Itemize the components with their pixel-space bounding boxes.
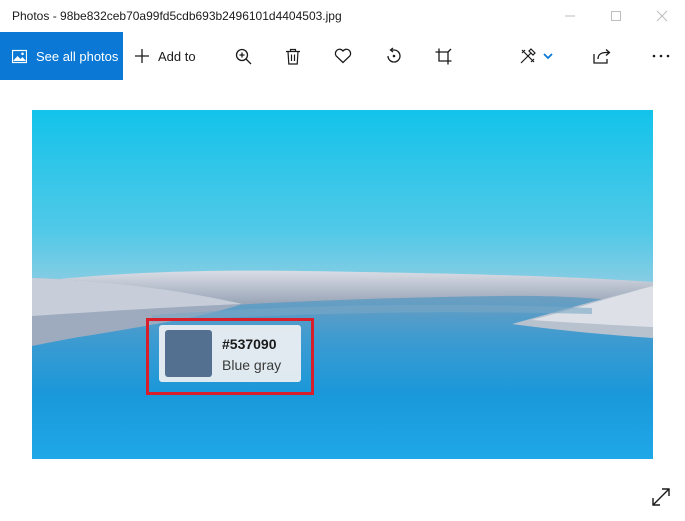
photos-icon: [12, 49, 27, 63]
plus-icon: [135, 49, 149, 63]
zoom-button[interactable]: [226, 32, 260, 80]
see-all-photos-label: See all photos: [36, 48, 119, 64]
add-to-label: Add to: [158, 48, 196, 64]
delete-button[interactable]: [276, 32, 310, 80]
maximize-button[interactable]: [593, 0, 639, 32]
expand-icon: [652, 488, 670, 506]
toolbar: See all photos Add to: [0, 32, 685, 80]
minimize-icon: [565, 15, 575, 17]
close-button[interactable]: [639, 0, 685, 32]
edit-icon: [520, 48, 536, 64]
edit-and-create-button[interactable]: [514, 32, 558, 80]
color-name: Blue gray: [222, 357, 282, 373]
minimize-button[interactable]: [547, 0, 593, 32]
crop-icon: [435, 48, 451, 64]
rotate-icon: [387, 47, 401, 63]
close-icon: [656, 10, 668, 22]
more-icon: [652, 54, 670, 58]
chevron-down-icon: [543, 53, 553, 60]
photo-image: [32, 110, 653, 459]
delete-icon: [286, 48, 300, 65]
color-swatch: [165, 330, 212, 377]
color-tooltip: #537090 Blue gray: [159, 325, 301, 382]
color-hex-value: #537090: [222, 336, 277, 352]
add-to-button[interactable]: Add to: [134, 32, 204, 80]
rotate-button[interactable]: [377, 32, 411, 80]
crop-button[interactable]: [426, 32, 460, 80]
share-button[interactable]: [585, 32, 619, 80]
zoom-in-icon: [235, 48, 251, 64]
favorite-button[interactable]: [326, 32, 360, 80]
favorite-icon: [334, 48, 352, 64]
fullscreen-button[interactable]: [648, 484, 674, 510]
see-all-photos-button[interactable]: See all photos: [0, 32, 123, 80]
share-icon: [593, 49, 611, 64]
maximize-icon: [611, 11, 621, 21]
more-button[interactable]: [645, 32, 677, 80]
window-title: Photos - 98be832ceb70a99fd5cdb693b249610…: [12, 9, 342, 23]
title-bar: Photos - 98be832ceb70a99fd5cdb693b249610…: [0, 0, 685, 32]
